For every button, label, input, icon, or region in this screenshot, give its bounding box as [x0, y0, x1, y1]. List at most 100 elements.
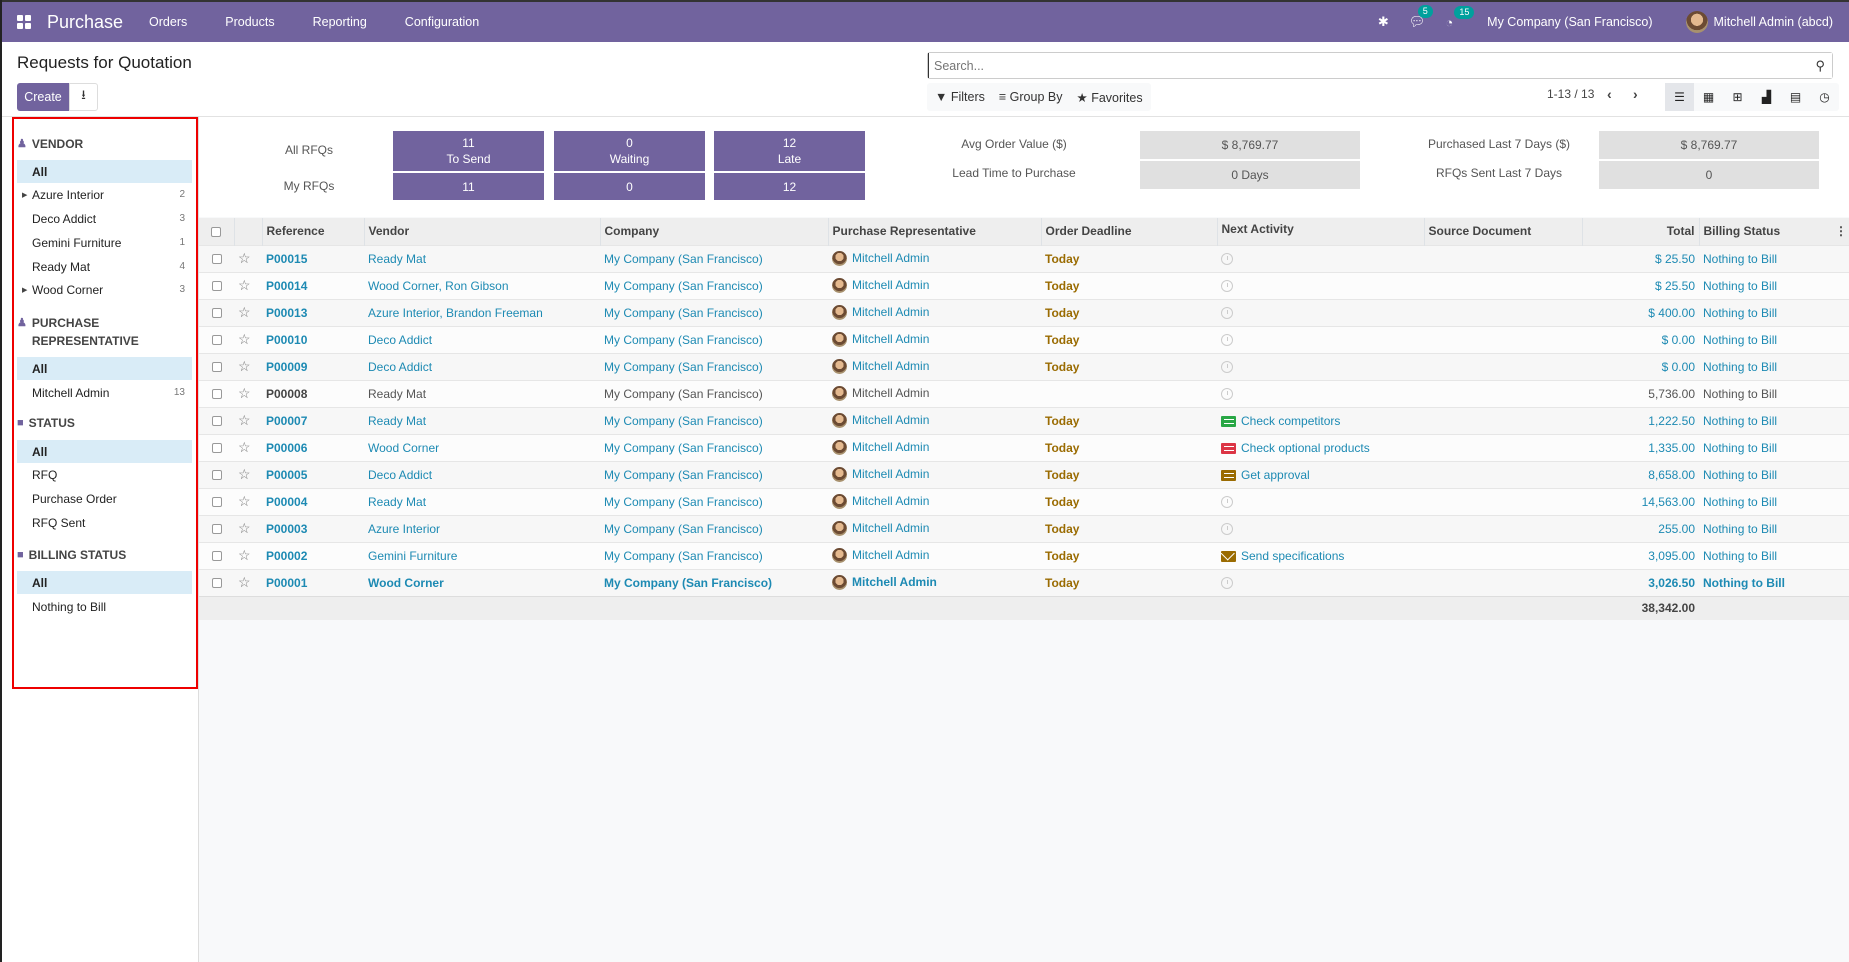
cell-company[interactable]: My Company (San Francisco) — [600, 514, 828, 542]
row-checkbox[interactable] — [211, 524, 222, 535]
cell-next-activity[interactable] — [1217, 244, 1424, 272]
cell-reference[interactable]: P00014 — [262, 271, 364, 299]
cell-next-activity[interactable] — [1217, 487, 1424, 515]
table-row[interactable]: ☆ P00005 Deco Addict My Company (San Franci… — [199, 460, 1849, 488]
pivot-view-button[interactable]: ⊞ — [1723, 83, 1752, 111]
cell-vendor[interactable]: Deco Addict — [364, 352, 600, 380]
col-total[interactable]: Total — [1582, 218, 1700, 245]
col-vendor[interactable]: Vendor — [364, 218, 601, 245]
activity-clock-icon[interactable] — [1221, 388, 1233, 401]
create-button[interactable]: Create — [17, 83, 69, 111]
cell-next-activity[interactable]: Get approval — [1217, 460, 1424, 488]
menu-configuration[interactable]: Configuration — [405, 15, 498, 29]
priority-star-icon[interactable]: ☆ — [238, 385, 251, 401]
col-reference[interactable]: Reference — [262, 218, 365, 245]
all-waiting-tile[interactable]: 0 Waiting — [554, 131, 705, 171]
graph-view-button[interactable]: ▟ — [1752, 83, 1781, 111]
cell-vendor[interactable]: Azure Interior, Brandon Freeman — [364, 298, 600, 326]
optional-columns-toggle[interactable]: ⋮ — [1824, 218, 1849, 245]
filter-vendor-all[interactable]: All — [17, 160, 192, 183]
filter-vendor-wood-corner[interactable]: ▶ Wood Corner 3 — [17, 278, 192, 301]
cell-purchase-representative[interactable]: Mitchell Admin — [828, 433, 1041, 461]
all-to-send-tile[interactable]: 11 To Send — [393, 131, 544, 171]
col-source-document[interactable]: Source Document — [1424, 218, 1583, 245]
export-button[interactable]: ⭳ — [69, 83, 98, 111]
table-row[interactable]: ☆ P00007 Ready Mat My Company (San Francisc… — [199, 406, 1849, 434]
cell-vendor[interactable]: Deco Addict — [364, 460, 600, 488]
table-row[interactable]: ☆ P00010 Deco Addict My Company (San Franci… — [199, 325, 1849, 353]
cell-reference[interactable]: P00013 — [262, 298, 364, 326]
cell-reference[interactable]: P00003 — [262, 514, 364, 542]
cell-reference[interactable]: P00015 — [262, 244, 364, 272]
priority-star-icon[interactable]: ☆ — [238, 358, 251, 374]
cell-next-activity[interactable] — [1217, 298, 1424, 326]
activity-view-button[interactable]: ◷ — [1810, 83, 1839, 111]
cell-reference[interactable]: P00004 — [262, 487, 364, 515]
priority-star-icon[interactable]: ☆ — [238, 466, 251, 482]
col-company[interactable]: Company — [600, 218, 829, 245]
activity-link[interactable]: Get approval — [1221, 468, 1310, 482]
filter-vendor-ready-mat[interactable]: Ready Mat 4 — [17, 255, 192, 278]
menu-products[interactable]: Products — [225, 15, 293, 29]
cell-purchase-representative[interactable]: Mitchell Admin — [828, 271, 1041, 299]
caret-right-icon[interactable]: ▶ — [22, 286, 27, 294]
activity-link[interactable]: Send specifications — [1221, 549, 1344, 563]
row-checkbox[interactable] — [211, 389, 222, 400]
priority-star-icon[interactable]: ☆ — [238, 412, 251, 428]
cell-vendor[interactable]: Ready Mat — [364, 379, 600, 407]
cell-vendor[interactable]: Wood Corner — [364, 568, 600, 596]
filter-rep-all[interactable]: All — [17, 357, 192, 380]
cell-next-activity[interactable]: Send specifications — [1217, 541, 1424, 569]
row-checkbox[interactable] — [211, 578, 222, 589]
cell-purchase-representative[interactable]: Mitchell Admin — [828, 460, 1041, 488]
my-to-send-tile[interactable]: 11 — [393, 173, 544, 200]
cell-next-activity[interactable] — [1217, 271, 1424, 299]
row-checkbox[interactable] — [211, 281, 222, 292]
row-checkbox[interactable] — [211, 470, 222, 481]
cell-vendor[interactable]: Ready Mat — [364, 487, 600, 515]
filter-billing-nothing-to-bill[interactable]: Nothing to Bill — [17, 595, 192, 618]
table-row[interactable]: ☆ P00006 Wood Corner My Company (San Franci… — [199, 433, 1849, 461]
col-next-activity[interactable]: Next Activity — [1217, 218, 1425, 245]
cell-company[interactable]: My Company (San Francisco) — [600, 487, 828, 515]
filter-vendor-gemini-furniture[interactable]: Gemini Furniture 1 — [17, 231, 192, 254]
table-row[interactable]: ☆ P00009 Deco Addict My Company (San Franci… — [199, 352, 1849, 380]
row-checkbox[interactable] — [211, 254, 222, 265]
calendar-view-button[interactable]: ▤ — [1781, 83, 1810, 111]
row-checkbox[interactable] — [211, 335, 222, 346]
row-checkbox[interactable] — [211, 443, 222, 454]
cell-vendor[interactable]: Azure Interior — [364, 514, 600, 542]
priority-star-icon[interactable]: ☆ — [238, 250, 251, 266]
cell-next-activity[interactable]: Check competitors — [1217, 406, 1424, 434]
activity-clock-icon[interactable] — [1221, 523, 1233, 536]
table-row[interactable]: ☆ P00001 Wood Corner My Company (San Franci… — [199, 568, 1849, 596]
cell-purchase-representative[interactable]: Mitchell Admin — [828, 406, 1041, 434]
cell-company[interactable]: My Company (San Francisco) — [600, 325, 828, 353]
table-row[interactable]: ☆ P00004 Ready Mat My Company (San Francisc… — [199, 487, 1849, 515]
row-checkbox[interactable] — [211, 308, 222, 319]
table-row[interactable]: ☆ P00003 Azure Interior My Company (San Fra… — [199, 514, 1849, 542]
cell-company[interactable]: My Company (San Francisco) — [600, 379, 828, 407]
filter-status-all[interactable]: All — [17, 440, 192, 463]
activity-link[interactable]: Check optional products — [1221, 441, 1370, 455]
activity-clock-icon[interactable] — [1221, 577, 1233, 590]
company-switcher[interactable]: My Company (San Francisco) — [1487, 15, 1652, 29]
activity-clock-icon[interactable] — [1221, 334, 1233, 347]
activity-clock-icon[interactable] — [1221, 253, 1233, 266]
filter-rep-mitchell-admin[interactable]: Mitchell Admin 13 — [17, 381, 192, 404]
cell-next-activity[interactable] — [1217, 514, 1424, 542]
cell-vendor[interactable]: Ready Mat — [364, 244, 600, 272]
menu-orders[interactable]: Orders — [149, 15, 206, 29]
search-input[interactable] — [928, 53, 1832, 78]
cell-reference[interactable]: P00010 — [262, 325, 364, 353]
messages-button[interactable]: 💬︎ 5 — [1409, 5, 1433, 30]
priority-star-icon[interactable]: ☆ — [238, 520, 251, 536]
cell-vendor[interactable]: Wood Corner — [364, 433, 600, 461]
cell-next-activity[interactable] — [1217, 325, 1424, 353]
debug-bug-icon[interactable]: ✱ — [1378, 14, 1389, 30]
user-menu[interactable]: Mitchell Admin (abcd) — [1685, 11, 1833, 33]
cell-company[interactable]: My Company (San Francisco) — [600, 244, 828, 272]
col-purchase-representative[interactable]: Purchase Representative — [828, 218, 1042, 245]
cell-company[interactable]: My Company (San Francisco) — [600, 568, 828, 596]
cell-reference[interactable]: P00007 — [262, 406, 364, 434]
